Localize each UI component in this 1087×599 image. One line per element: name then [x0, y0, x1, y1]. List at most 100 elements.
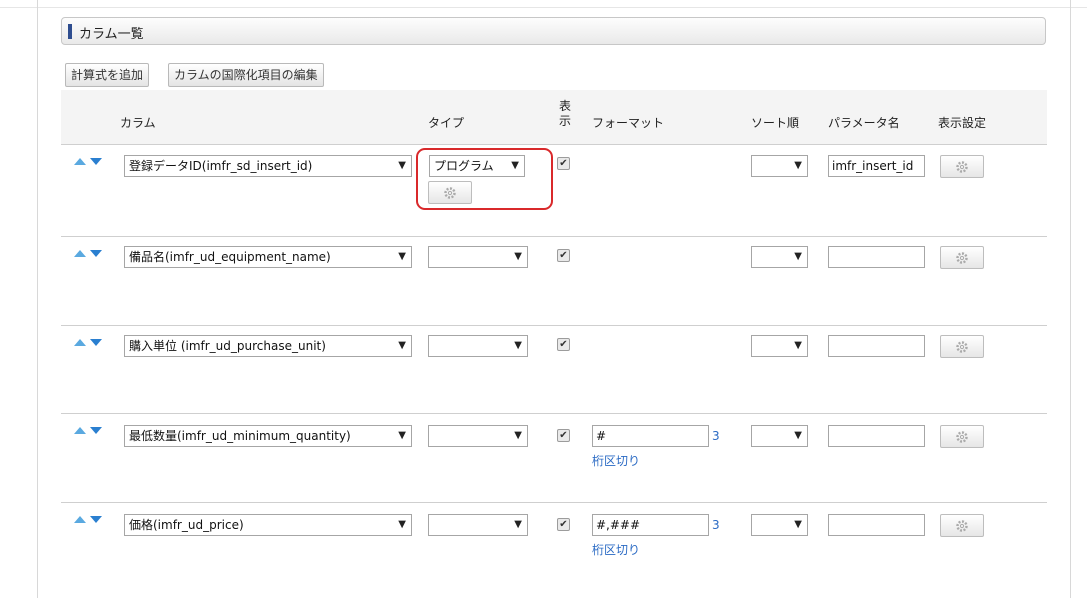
type-select-value: プログラム	[434, 159, 494, 173]
table-row: 購入単位 (imfr_ud_purchase_unit) ▼ ▼ ✔ ▼	[61, 325, 1047, 414]
param-name-input[interactable]	[828, 425, 925, 447]
top-divider	[0, 7, 1087, 8]
section-header: カラム一覧	[61, 17, 1046, 45]
column-select[interactable]: 価格(imfr_ud_price) ▼	[124, 514, 412, 536]
column-select[interactable]: 登録データID(imfr_sd_insert_id) ▼	[124, 155, 412, 177]
chevron-down-icon: ▼	[794, 160, 802, 171]
display-checkbox[interactable]: ✔	[557, 157, 570, 170]
sort-arrows	[74, 155, 106, 167]
table-row: 備品名(imfr_ud_equipment_name) ▼ ▼ ✔ ▼	[61, 236, 1047, 326]
header-display-bottom: 示	[558, 114, 571, 128]
chevron-down-icon: ▼	[514, 251, 522, 262]
header-format: フォーマット	[592, 116, 665, 130]
chevron-down-icon: ▼	[794, 430, 802, 441]
param-name-input[interactable]	[828, 335, 925, 357]
header-column: カラム	[120, 116, 156, 130]
add-formula-button[interactable]: 計算式を追加	[65, 63, 150, 87]
move-down-icon[interactable]	[90, 339, 102, 346]
display-settings-button[interactable]	[940, 335, 984, 358]
gear-icon	[956, 251, 968, 264]
display-settings-button[interactable]	[940, 514, 984, 537]
move-up-icon[interactable]	[74, 427, 86, 434]
display-settings-button[interactable]	[940, 246, 984, 269]
chevron-down-icon: ▼	[398, 340, 406, 351]
table-row: 価格(imfr_ud_price) ▼ ▼ ✔ #,### 3 桁区切り ▼	[61, 502, 1047, 599]
sort-select[interactable]: ▼	[751, 246, 808, 268]
column-select[interactable]: 備品名(imfr_ud_equipment_name) ▼	[124, 246, 412, 268]
sort-arrows	[74, 424, 106, 436]
column-select[interactable]: 最低数量(imfr_ud_minimum_quantity) ▼	[124, 425, 412, 447]
table-row: 最低数量(imfr_ud_minimum_quantity) ▼ ▼ ✔ # 3…	[61, 413, 1047, 503]
digit-separator-link[interactable]: 桁区切り	[592, 541, 640, 558]
type-settings-button[interactable]	[428, 181, 472, 204]
column-select-value: 登録データID(imfr_sd_insert_id)	[129, 159, 313, 173]
sort-arrows	[74, 336, 106, 348]
header-type: タイプ	[428, 116, 465, 130]
column-select-value: 備品名(imfr_ud_equipment_name)	[129, 250, 331, 264]
display-settings-button[interactable]	[940, 155, 984, 178]
type-select[interactable]: プログラム ▼	[429, 155, 525, 177]
digits-value: 3	[712, 518, 720, 532]
column-select-value: 購入単位 (imfr_ud_purchase_unit)	[129, 339, 326, 353]
param-name-input[interactable]: imfr_insert_id	[828, 155, 925, 177]
gear-icon	[956, 430, 968, 443]
chevron-down-icon: ▼	[511, 160, 519, 171]
sort-arrows	[74, 513, 106, 525]
sort-select[interactable]: ▼	[751, 335, 808, 357]
format-input[interactable]: #	[592, 425, 709, 447]
edit-i18n-button[interactable]: カラムの国際化項目の編集	[168, 63, 324, 87]
column-select-value: 価格(imfr_ud_price)	[129, 518, 244, 532]
section-title: カラム一覧	[79, 27, 144, 42]
chevron-down-icon: ▼	[514, 430, 522, 441]
header-param: パラメータ名	[828, 116, 900, 130]
display-checkbox[interactable]: ✔	[557, 429, 570, 442]
display-settings-button[interactable]	[940, 425, 984, 448]
column-select-value: 最低数量(imfr_ud_minimum_quantity)	[129, 429, 351, 443]
digits-value: 3	[712, 429, 720, 443]
chevron-down-icon: ▼	[794, 340, 802, 351]
format-input[interactable]: #,###	[592, 514, 709, 536]
move-down-icon[interactable]	[90, 516, 102, 523]
chevron-down-icon: ▼	[398, 519, 406, 530]
display-checkbox[interactable]: ✔	[557, 338, 570, 351]
gear-icon	[956, 160, 968, 173]
move-up-icon[interactable]	[74, 250, 86, 257]
move-down-icon[interactable]	[90, 158, 102, 165]
chevron-down-icon: ▼	[794, 519, 802, 530]
header-display-settings: 表示設定	[938, 116, 987, 130]
chevron-down-icon: ▼	[514, 340, 522, 351]
display-checkbox[interactable]: ✔	[557, 249, 570, 262]
table-header: カラム タイプ 表 示 フォーマット ソート順 パラメータ名 表示設定	[61, 90, 1047, 152]
type-select[interactable]: ▼	[428, 335, 528, 357]
left-border	[37, 0, 38, 598]
move-up-icon[interactable]	[74, 339, 86, 346]
sort-select[interactable]: ▼	[751, 514, 808, 536]
sort-select[interactable]: ▼	[751, 155, 808, 177]
chevron-down-icon: ▼	[514, 519, 522, 530]
table-row: 登録データID(imfr_sd_insert_id) ▼ プログラム ▼ ✔ ▼…	[61, 144, 1047, 237]
header-display-top: 表	[558, 99, 571, 113]
type-select[interactable]: ▼	[428, 425, 528, 447]
move-down-icon[interactable]	[90, 427, 102, 434]
chevron-down-icon: ▼	[794, 251, 802, 262]
move-down-icon[interactable]	[90, 250, 102, 257]
gear-icon	[956, 340, 968, 353]
chevron-down-icon: ▼	[398, 430, 406, 441]
sort-arrows	[74, 247, 106, 259]
header-display: 表 示	[558, 99, 572, 129]
gear-icon	[956, 519, 968, 532]
digit-separator-link[interactable]: 桁区切り	[592, 452, 640, 469]
section-header-bar	[68, 24, 72, 39]
param-name-input[interactable]	[828, 514, 925, 536]
header-sort: ソート順	[751, 116, 800, 130]
type-select[interactable]: ▼	[428, 246, 528, 268]
type-select[interactable]: ▼	[428, 514, 528, 536]
chevron-down-icon: ▼	[398, 160, 406, 171]
move-up-icon[interactable]	[74, 158, 86, 165]
move-up-icon[interactable]	[74, 516, 86, 523]
sort-select[interactable]: ▼	[751, 425, 808, 447]
gear-icon	[444, 186, 456, 199]
param-name-input[interactable]	[828, 246, 925, 268]
column-select[interactable]: 購入単位 (imfr_ud_purchase_unit) ▼	[124, 335, 412, 357]
display-checkbox[interactable]: ✔	[557, 518, 570, 531]
